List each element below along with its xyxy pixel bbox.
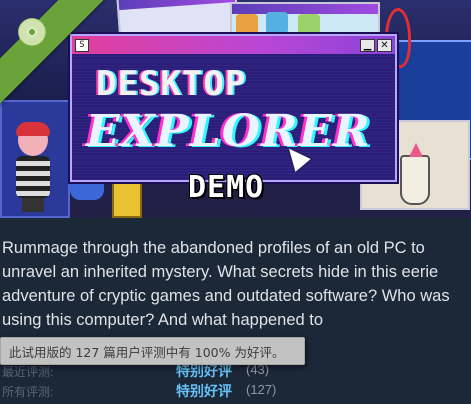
logo-window-titlebar: S ▁ ✕ bbox=[72, 36, 395, 54]
minimize-icon: ▁ bbox=[360, 38, 375, 52]
desktop-tile-icon bbox=[298, 14, 320, 36]
red-cap-character bbox=[14, 122, 52, 212]
desktop-tile-icon bbox=[236, 14, 258, 36]
all-reviews-summary[interactable]: 特别好评 bbox=[176, 381, 232, 401]
review-tooltip: 此试用版的 127 篇用户评测中有 100% 为好评。 bbox=[0, 337, 305, 365]
desktop-tile-icon bbox=[266, 12, 288, 34]
disc-icon bbox=[18, 18, 46, 46]
review-tooltip-text: 此试用版的 127 篇用户评测中有 100% 为好评。 bbox=[9, 344, 285, 360]
game-capsule-image[interactable]: S ▁ ✕ DESKTOP EXPLORER DEMO bbox=[0, 0, 471, 218]
all-reviews-count: (127) bbox=[246, 382, 277, 397]
recent-reviews-label: 最近评测: bbox=[2, 365, 54, 379]
all-reviews-row[interactable]: 所有评测: 特别好评 (127) bbox=[0, 380, 471, 400]
logo-window: S ▁ ✕ DESKTOP EXPLORER bbox=[70, 34, 397, 182]
logo-title-line2: EXPLORER bbox=[86, 106, 371, 157]
demo-label: DEMO bbox=[188, 170, 265, 205]
yellow-box-icon bbox=[112, 180, 142, 218]
close-icon: ✕ bbox=[377, 38, 392, 52]
game-description: Rummage through the abandoned profiles o… bbox=[2, 239, 450, 329]
all-reviews-label: 所有评测: bbox=[2, 385, 54, 399]
window-app-icon: S bbox=[75, 38, 89, 52]
pencil-character bbox=[400, 143, 430, 205]
logo-title-line1: DESKTOP bbox=[96, 64, 247, 104]
